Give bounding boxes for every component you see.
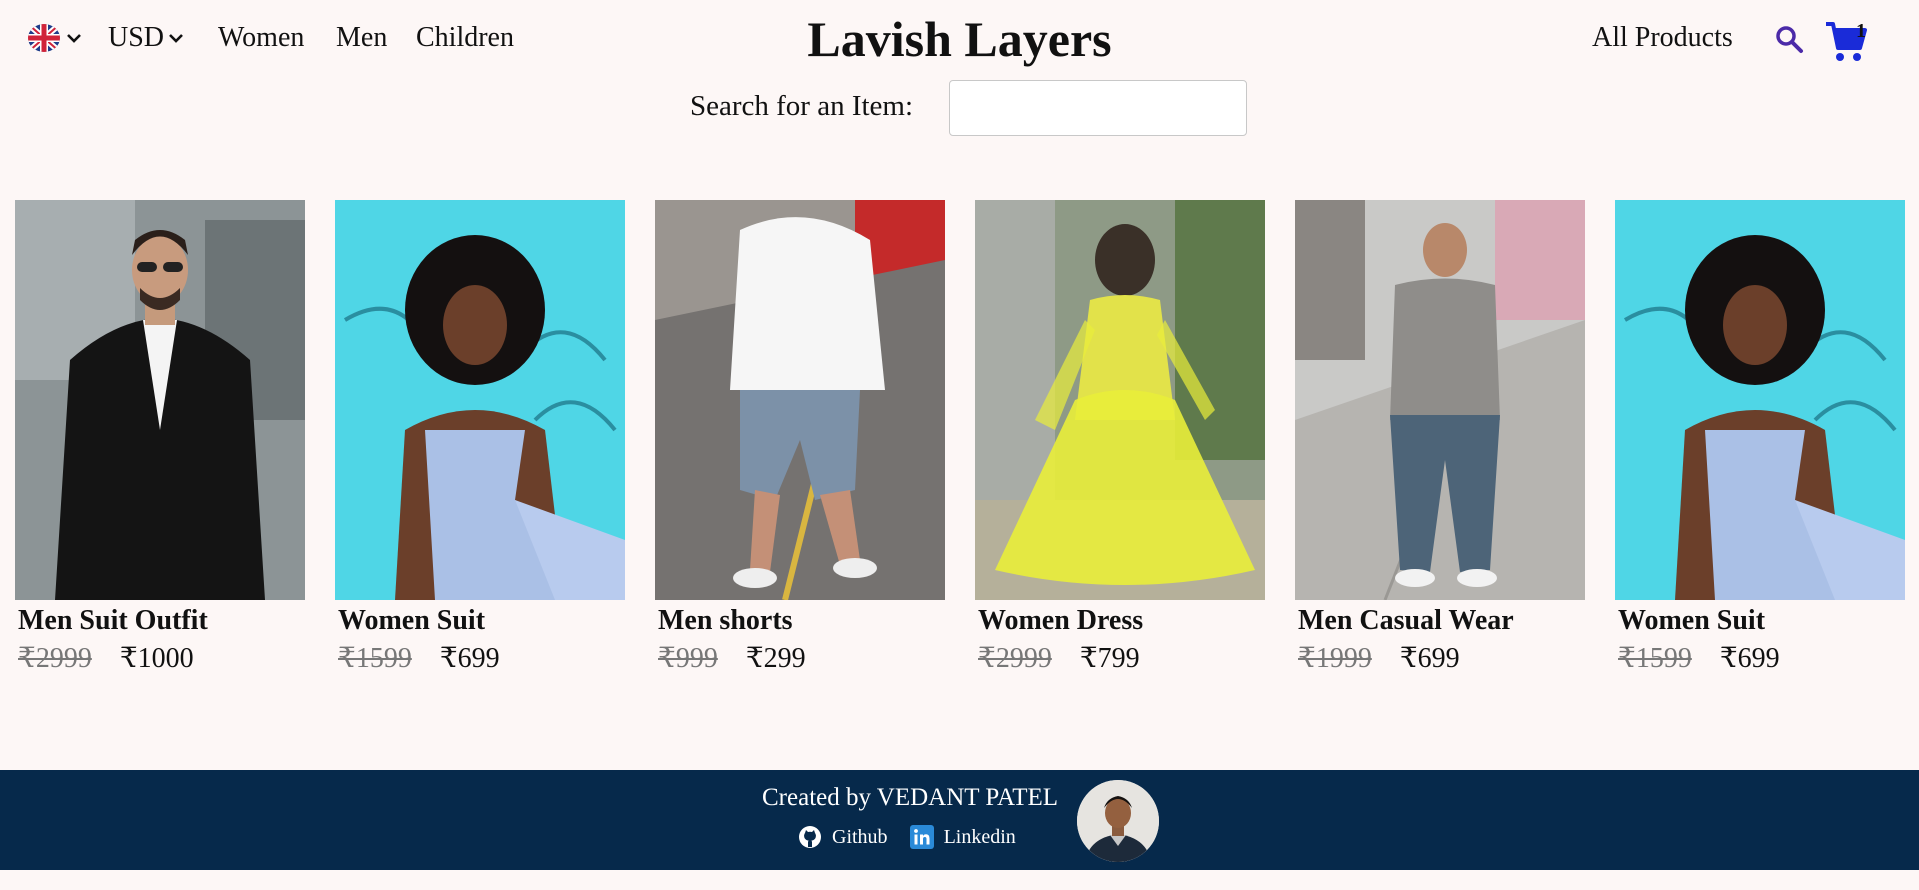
avatar — [1077, 780, 1159, 862]
product-card[interactable]: Men shorts ₹999 ₹299 — [655, 200, 945, 675]
price-row: ₹1599 ₹699 — [338, 641, 625, 675]
product-title: Men Casual Wear — [1298, 605, 1514, 636]
currency-selector[interactable]: USD — [108, 22, 186, 54]
footer-links: Github Linkedin — [798, 825, 1016, 849]
all-products-link[interactable]: All Products — [1592, 22, 1733, 54]
site-header: USD Women Men Children Lavish Layers All… — [0, 0, 1919, 80]
sale-price: ₹299 — [745, 643, 806, 674]
currency-label: USD — [108, 22, 165, 53]
linkedin-link[interactable]: Linkedin — [909, 825, 1016, 849]
original-price: ₹1999 — [1298, 643, 1372, 674]
chevron-down-icon — [67, 34, 81, 43]
site-footer: Created by VEDANT PATEL Github Linkedin — [0, 770, 1919, 870]
uk-flag-icon — [28, 24, 60, 52]
original-price: ₹2999 — [18, 643, 92, 674]
product-title: Women Suit — [1618, 605, 1766, 636]
brand-title[interactable]: Lavish Layers — [807, 11, 1111, 67]
price-row: ₹2999 ₹1000 — [18, 641, 305, 675]
original-price: ₹1599 — [338, 643, 412, 674]
product-image[interactable] — [1295, 200, 1585, 600]
product-title: Women Suit — [338, 605, 486, 636]
product-title: Men Suit Outfit — [18, 605, 208, 636]
product-card[interactable]: Women Suit ₹1599 ₹699 — [335, 200, 625, 675]
search-label: Search for an Item: — [690, 90, 914, 122]
sale-price: ₹699 — [439, 643, 500, 674]
product-card[interactable]: Women Dress ₹2999 ₹799 — [975, 200, 1265, 675]
product-image[interactable] — [1615, 200, 1905, 600]
product-title: Men shorts — [658, 605, 793, 636]
product-image[interactable] — [15, 200, 305, 600]
search-input[interactable] — [949, 80, 1247, 136]
sale-price: ₹699 — [1719, 643, 1780, 674]
sale-price: ₹799 — [1079, 643, 1140, 674]
original-price: ₹1599 — [1618, 643, 1692, 674]
original-price: ₹2999 — [978, 643, 1052, 674]
nav-men[interactable]: Men — [336, 22, 387, 54]
github-icon — [799, 826, 821, 848]
product-image[interactable] — [975, 200, 1265, 600]
price-row: ₹999 ₹299 — [658, 641, 945, 675]
chevron-down-icon — [169, 34, 183, 43]
product-grid: Men Suit Outfit ₹2999 ₹1000 Women Suit ₹… — [0, 200, 1919, 700]
original-price: ₹999 — [658, 643, 718, 674]
price-row: ₹1599 ₹699 — [1618, 641, 1905, 675]
product-card[interactable]: Women Suit ₹1599 ₹699 — [1615, 200, 1905, 675]
sale-price: ₹699 — [1399, 643, 1460, 674]
language-selector[interactable] — [28, 24, 84, 52]
product-title: Women Dress — [978, 605, 1144, 636]
cart-count-badge: 1 — [1856, 20, 1866, 42]
price-row: ₹2999 ₹799 — [978, 641, 1265, 675]
product-card[interactable]: Men Casual Wear ₹1999 ₹699 — [1295, 200, 1585, 675]
sale-price: ₹1000 — [119, 643, 194, 674]
product-card[interactable]: Men Suit Outfit ₹2999 ₹1000 — [15, 200, 305, 675]
product-image[interactable] — [335, 200, 625, 600]
github-link[interactable]: Github — [798, 825, 888, 849]
linkedin-icon — [909, 825, 934, 849]
search-icon[interactable] — [1774, 24, 1804, 54]
linkedin-link-label: Linkedin — [943, 825, 1016, 848]
price-row: ₹1999 ₹699 — [1298, 641, 1585, 675]
nav-children[interactable]: Children — [416, 22, 514, 54]
nav-women[interactable]: Women — [218, 22, 304, 54]
product-image[interactable] — [655, 200, 945, 600]
github-link-label: Github — [832, 825, 888, 848]
footer-credit: Created by VEDANT PATEL — [762, 784, 1059, 811]
search-bar: Search for an Item: — [0, 80, 1919, 140]
